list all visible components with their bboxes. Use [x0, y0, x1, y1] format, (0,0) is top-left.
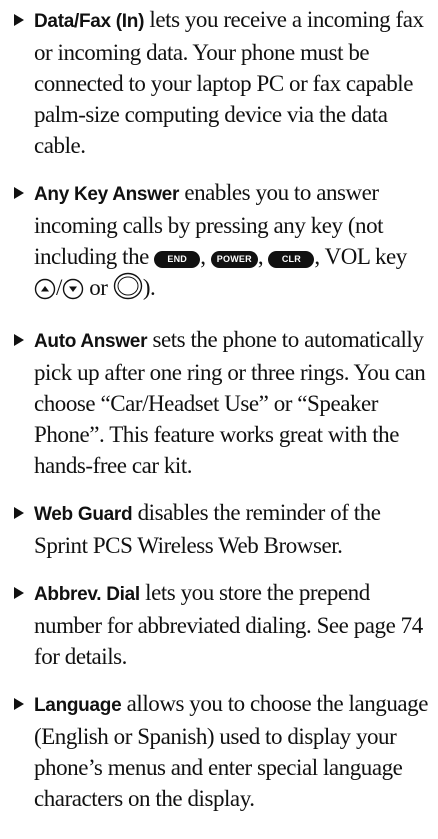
clr-key-icon: CLR: [268, 251, 315, 268]
term-web-guard: Web Guard: [34, 504, 133, 525]
bullet-arrow-icon: [14, 698, 24, 710]
manual-page: Data/Fax (In) lets you receive a incomin…: [0, 0, 438, 839]
description-any-key-answer-part2: , VOL key: [314, 244, 407, 269]
list-item-auto-answer: Auto Answer sets the phone to automatica…: [14, 324, 428, 481]
power-key-icon: POWER: [210, 251, 258, 268]
vol-up-icon: [34, 277, 56, 308]
list-item-language: Language allows you to choose the langua…: [14, 688, 428, 814]
list-item-data-fax: Data/Fax (In) lets you receive a incomin…: [14, 4, 428, 161]
list-item-any-key-answer: Any Key Answer enables you to answer inc…: [14, 177, 428, 308]
settings-list: Data/Fax (In) lets you receive a incomin…: [14, 4, 428, 814]
term-any-key-answer: Any Key Answer: [34, 184, 180, 205]
list-item-abbrev-dial: Abbrev. Dial lets you store the prepend …: [14, 577, 428, 672]
bullet-arrow-icon: [14, 14, 24, 26]
closing-text: ).: [142, 275, 156, 300]
term-abbrev-dial: Abbrev. Dial: [34, 584, 140, 605]
bullet-arrow-icon: [14, 507, 24, 519]
bullet-arrow-icon: [14, 187, 24, 199]
term-language: Language: [34, 695, 122, 716]
end-key-icon: END: [154, 251, 201, 268]
term-auto-answer: Auto Answer: [34, 331, 148, 352]
vol-down-icon: [62, 277, 84, 308]
list-item-web-guard: Web Guard disables the reminder of the S…: [14, 497, 428, 561]
or-text: or: [83, 275, 113, 300]
separator-text: ,: [200, 244, 211, 269]
term-data-fax: Data/Fax (In): [34, 11, 145, 32]
nav-key-icon: [113, 272, 143, 308]
separator-text: ,: [257, 244, 269, 269]
bullet-arrow-icon: [14, 334, 24, 346]
bullet-arrow-icon: [14, 587, 24, 599]
